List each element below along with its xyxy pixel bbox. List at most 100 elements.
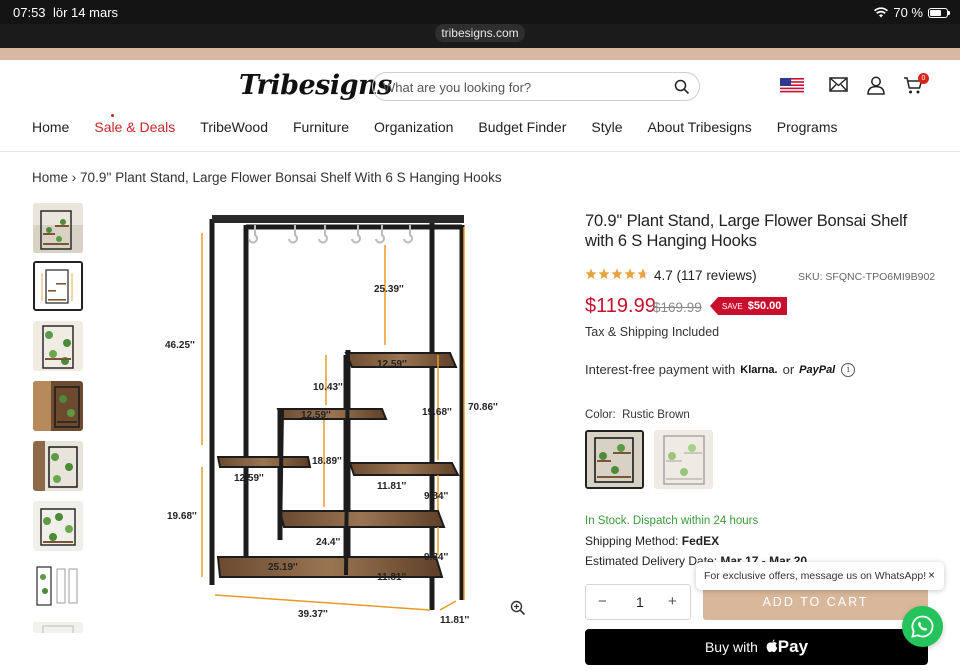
breadcrumb: Home › 70.9'' Plant Stand, Large Flower … (32, 170, 502, 185)
quantity-stepper: − 1 + (585, 584, 691, 620)
nav-sale-deals[interactable]: Sale & Deals (94, 114, 176, 135)
dimension-label: 9.84'' (424, 491, 448, 502)
star-icon (585, 268, 597, 279)
url-field[interactable]: tribesigns.com (435, 24, 525, 42)
tax-note: Tax & Shipping Included (585, 325, 720, 339)
quantity-decrease-button[interactable]: − (598, 593, 607, 610)
nav-home[interactable]: Home (32, 119, 69, 135)
save-badge-label: SAVE (722, 302, 743, 311)
rating-value: 4.7 (654, 268, 673, 283)
search-box[interactable] (372, 72, 700, 101)
stock-status: In Stock. Dispatch within 24 hours (585, 515, 759, 527)
nav-style[interactable]: Style (591, 119, 622, 135)
cart-count-badge: 0 (918, 73, 929, 84)
nav-budget-finder[interactable]: Budget Finder (478, 119, 566, 135)
product-title: 70.9'' Plant Stand, Large Flower Bonsai … (585, 212, 907, 250)
dimension-label: 12.59'' (301, 410, 331, 421)
shipping-value: FedEX (681, 534, 720, 548)
status-time: 07:53 (13, 5, 46, 20)
star-icon (624, 268, 636, 279)
payment-or: or (782, 362, 795, 377)
dimension-label: 46.25'' (165, 340, 195, 351)
payment-options: Interest-free payment with Klarna. or Pa… (585, 362, 856, 377)
color-swatch-rustic-brown[interactable] (585, 430, 644, 489)
product-thumbnail[interactable] (33, 561, 83, 611)
status-bar: 07:53 lör 14 mars 70 % (0, 0, 960, 24)
product-thumbnail[interactable] (33, 501, 83, 551)
payment-prefix: Interest-free payment with (585, 362, 736, 377)
dimension-label: 25.19'' (268, 562, 298, 573)
shipping-method: Shipping Method: FedEX (585, 534, 719, 548)
status-date: lör 14 mars (53, 5, 119, 20)
color-swatch-alt[interactable] (654, 430, 713, 489)
dimension-label: 25.39'' (374, 284, 404, 295)
tribesigns-logo[interactable]: Tribesigns (239, 70, 392, 101)
breadcrumb-home[interactable]: Home (32, 170, 68, 185)
main-nav: Home Sale & Deals TribeWood Furniture Or… (32, 114, 862, 135)
apple-pay-button[interactable]: Buy with Pay (585, 629, 928, 665)
whatsapp-tooltip[interactable]: For exclusive offers, message us on What… (696, 562, 944, 590)
star-icon (611, 268, 623, 279)
product-main-image[interactable]: 25.39'' 46.25'' 12.59'' 10.43'' 12.59'' … (160, 205, 510, 625)
nav-tribewood[interactable]: TribeWood (200, 119, 268, 135)
search-icon[interactable] (674, 79, 690, 95)
dimension-label: 19.68'' (422, 407, 452, 418)
product-thumbnail[interactable] (33, 441, 83, 491)
dimension-label: 39.37'' (298, 609, 328, 620)
product-thumbnail[interactable] (33, 321, 83, 371)
dimension-label: 12.59'' (234, 473, 264, 484)
dimension-label: 11.81'' (440, 615, 469, 625)
dimension-label: 11.81'' (377, 572, 406, 583)
account-icon[interactable] (867, 76, 885, 95)
review-count: (117 reviews) (676, 268, 757, 283)
nav-about[interactable]: About Tribesigns (648, 119, 752, 135)
header-divider (0, 151, 960, 152)
nav-furniture[interactable]: Furniture (293, 119, 349, 135)
dimension-label: 9.84'' (424, 552, 448, 563)
paypal-logo: PayPal (799, 363, 836, 376)
product-thumbnail-active[interactable] (33, 261, 83, 311)
whatsapp-button[interactable] (902, 606, 943, 647)
whatsapp-tooltip-text: For exclusive offers, message us on What… (704, 570, 927, 582)
product-thumbnail[interactable] (33, 381, 83, 431)
nav-sale-label: Sale & Deals (94, 119, 176, 135)
dimension-label: 12.59'' (377, 359, 407, 370)
klarna-logo: Klarna. (740, 363, 778, 376)
breadcrumb-separator: › (71, 170, 77, 185)
whatsapp-icon (911, 615, 934, 638)
current-price: $119.99 (585, 295, 656, 317)
zoom-icon[interactable] (510, 600, 526, 616)
rating-summary[interactable]: 4.7 (117 reviews) (654, 268, 757, 283)
battery-icon (928, 7, 950, 18)
new-dot-icon (111, 114, 115, 117)
mail-icon[interactable] (829, 76, 848, 93)
quantity-increase-button[interactable]: + (668, 593, 677, 610)
nav-programs[interactable]: Programs (777, 119, 838, 135)
us-flag-icon[interactable] (780, 78, 804, 94)
search-input[interactable] (383, 78, 653, 96)
promo-banner[interactable] (0, 48, 960, 60)
dimension-label: 18.89'' (312, 456, 342, 467)
color-label: Color: (585, 409, 616, 421)
rating-stars[interactable] (585, 268, 649, 280)
nav-organization[interactable]: Organization (374, 119, 453, 135)
star-half-icon (637, 268, 649, 279)
info-icon[interactable]: i (841, 362, 856, 377)
product-thumbnail[interactable] (33, 621, 83, 633)
battery-percent: 70 % (893, 5, 923, 20)
promo-text (140, 48, 144, 56)
dimension-label: 10.43'' (313, 382, 343, 393)
dimension-label: 11.81'' (377, 481, 406, 492)
star-icon (598, 268, 610, 279)
color-selector-label: Color: Rustic Brown (585, 409, 690, 421)
product-sku: SKU: SFQNC-TPO6MI9B902 (798, 271, 936, 283)
product-thumbnail[interactable] (33, 203, 83, 253)
breadcrumb-current: 70.9'' Plant Stand, Large Flower Bonsai … (80, 170, 502, 185)
save-badge: SAVE $50.00 (710, 297, 788, 315)
quantity-value[interactable]: 1 (636, 594, 644, 610)
dimension-label: 70.86'' (468, 402, 498, 413)
close-icon[interactable]: × (928, 568, 935, 582)
dimension-label: 24.4'' (316, 537, 340, 548)
dimension-label: 19.68'' (167, 511, 197, 522)
color-value: Rustic Brown (622, 409, 690, 421)
